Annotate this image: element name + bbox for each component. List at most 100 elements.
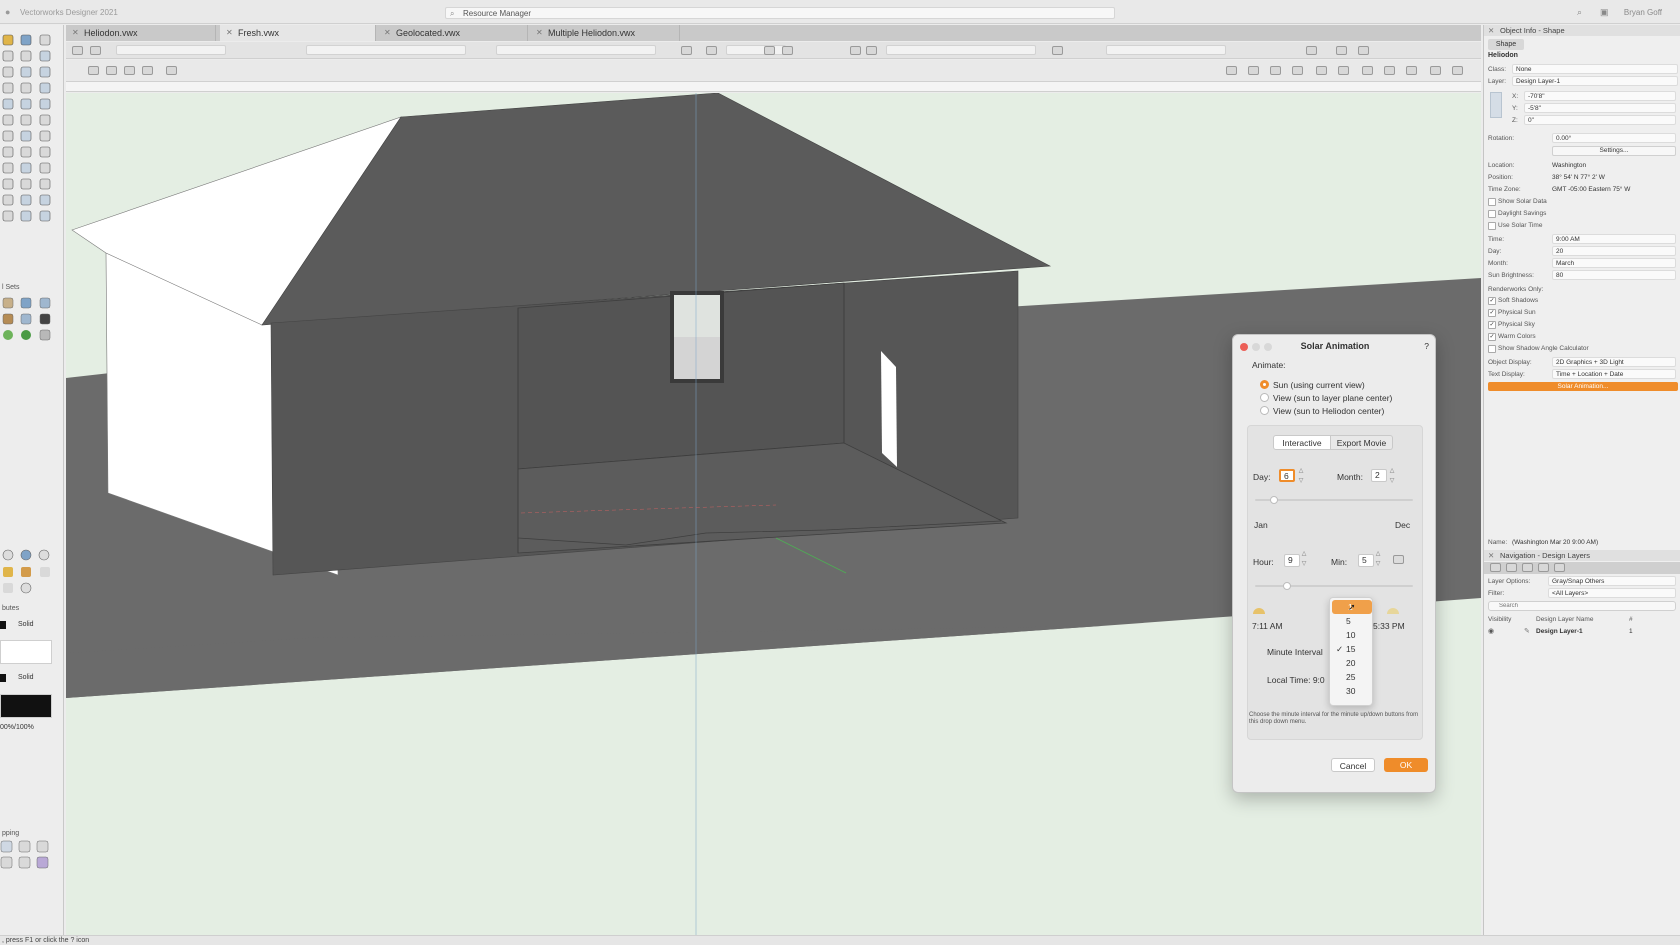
physical-sky-checkbox[interactable]: Physical Sky <box>1488 319 1535 330</box>
zoom-in-icon[interactable] <box>764 46 775 55</box>
object-display-select[interactable]: 2D Graphics + 3D Light <box>1552 357 1676 367</box>
render-mode-dropdown[interactable] <box>726 45 786 55</box>
mode-icon-4[interactable] <box>142 66 153 75</box>
tool-icons-grid[interactable] <box>0 25 64 265</box>
radio-view-layer-plane[interactable] <box>1260 393 1269 402</box>
col-layer-name[interactable]: Design Layer Name <box>1536 616 1593 623</box>
brightness-field[interactable]: 80 <box>1552 270 1676 280</box>
snap-icon[interactable] <box>1384 66 1395 75</box>
min-stepper[interactable]: △ ▽ <box>1374 549 1382 569</box>
zoom-out-icon[interactable] <box>782 46 793 55</box>
option-sun-current-view[interactable]: Sun (using current view) <box>1273 380 1365 390</box>
tool-set-icons[interactable] <box>0 295 64 345</box>
date-slider[interactable] <box>1255 499 1413 501</box>
navigation-header[interactable]: ✕ Navigation - Design Layers <box>1484 550 1680 561</box>
radio-sun-current-view[interactable] <box>1260 380 1269 389</box>
warm-colors-checkbox[interactable]: Warm Colors <box>1488 331 1536 342</box>
name-field[interactable]: (Washington Mar 20 9:00 AM) <box>1512 537 1598 548</box>
layout-icon[interactable] <box>1336 46 1347 55</box>
col-visibility[interactable]: Visibility <box>1488 616 1511 623</box>
resource-manager-search[interactable]: ⌕ Resource Manager <box>445 7 1115 19</box>
layer-search-input[interactable] <box>1488 601 1676 611</box>
month-select[interactable]: March <box>1552 258 1676 268</box>
soft-shadows-checkbox[interactable]: Soft Shadows <box>1488 295 1538 306</box>
z-field[interactable]: 0" <box>1524 115 1676 125</box>
time-slider-knob[interactable] <box>1283 582 1291 590</box>
horizontal-ruler[interactable] <box>66 82 1481 92</box>
snap-icon[interactable] <box>1362 66 1373 75</box>
snap-icon[interactable] <box>1270 66 1281 75</box>
show-solar-data-checkbox[interactable]: Show Solar Data <box>1488 196 1547 207</box>
tab-heliodon[interactable]: ✕ Heliodon.vwx <box>66 25 216 41</box>
tab-multiple-heliodon[interactable]: ✕ Multiple Heliodon.vwx <box>530 25 680 41</box>
fill-color-swatch[interactable] <box>0 621 6 629</box>
layer-select[interactable]: Design Layer-1 <box>1512 76 1678 86</box>
snap-icon[interactable] <box>1292 66 1303 75</box>
y-field[interactable]: -5'8" <box>1524 103 1676 113</box>
basic-3d-icons[interactable] <box>0 547 64 597</box>
menu-item-10[interactable]: 10 <box>1330 628 1374 642</box>
date-slider-knob[interactable] <box>1270 496 1278 504</box>
mode-icon-5[interactable] <box>166 66 177 75</box>
time-slider[interactable] <box>1255 585 1413 587</box>
snap-icon[interactable] <box>1406 66 1417 75</box>
snap-icon[interactable] <box>1338 66 1349 75</box>
snap-icon[interactable] <box>1316 66 1327 75</box>
position-box-icon[interactable] <box>1490 92 1502 118</box>
rotation-field[interactable]: 0.00° <box>1552 133 1676 143</box>
x-field[interactable]: -70'8" <box>1524 91 1676 101</box>
location-value[interactable]: Washington <box>1552 160 1586 171</box>
radio-view-heliodon[interactable] <box>1260 406 1269 415</box>
nav-icon[interactable] <box>1522 563 1533 572</box>
close-icon[interactable]: ✕ <box>536 25 543 41</box>
filter-select[interactable]: <All Layers> <box>1548 588 1676 598</box>
active-layer-dropdown[interactable] <box>306 45 466 55</box>
user-name[interactable]: Bryan Goff <box>1624 8 1662 17</box>
walkthrough-icon[interactable] <box>866 46 877 55</box>
month-field[interactable]: 2 <box>1371 469 1387 482</box>
apple-icon[interactable]: ● <box>5 7 10 17</box>
shadow-angle-calculator-checkbox[interactable]: Show Shadow Angle Calculator <box>1488 343 1589 354</box>
min-field[interactable]: 5 <box>1358 554 1374 567</box>
forward-icon[interactable] <box>90 46 101 55</box>
nav-icon[interactable] <box>1554 563 1565 572</box>
snapping-icons[interactable] <box>0 839 64 873</box>
mode-icon-3[interactable] <box>124 66 135 75</box>
layer-plane-dropdown[interactable] <box>496 45 656 55</box>
render-mode-icon[interactable] <box>681 46 692 55</box>
magnifier-icon[interactable]: ⌕ <box>1577 7 1582 18</box>
close-icon[interactable]: ✕ <box>384 25 391 41</box>
current-view-dropdown[interactable] <box>886 45 1036 55</box>
menu-item-15[interactable]: ✓ 15 <box>1330 642 1374 656</box>
nav-icon[interactable] <box>1506 563 1517 572</box>
eye-icon[interactable]: ◉ <box>1488 627 1494 635</box>
tab-export-movie[interactable]: Export Movie <box>1331 435 1393 450</box>
clock-icon[interactable] <box>1393 555 1404 564</box>
nav-icon[interactable] <box>1490 563 1501 572</box>
pen-style-select[interactable]: Solid <box>18 674 34 681</box>
back-icon[interactable] <box>72 46 83 55</box>
layer-options-select[interactable]: Gray/Snap Others <box>1548 576 1676 586</box>
close-icon[interactable]: ✕ <box>1488 550 1494 561</box>
menu-item-5[interactable]: 5 <box>1330 614 1374 628</box>
option-view-layer-plane[interactable]: View (sun to layer plane center) <box>1273 393 1392 403</box>
edit-icon[interactable]: ✎ <box>1524 627 1530 635</box>
chevron-down-icon[interactable] <box>1358 46 1369 55</box>
physical-sun-checkbox[interactable]: Physical Sun <box>1488 307 1536 318</box>
hour-stepper[interactable]: △ ▽ <box>1300 549 1308 569</box>
projection-icon[interactable] <box>706 46 717 55</box>
clip-cube-icon[interactable] <box>1052 46 1063 55</box>
tab-shape[interactable]: Shape <box>1488 39 1524 50</box>
object-info-header[interactable]: ✕ Object Info - Shape <box>1484 25 1680 36</box>
cancel-button[interactable]: Cancel <box>1331 758 1375 772</box>
day-field[interactable]: 6 <box>1279 469 1295 482</box>
close-icon[interactable]: ✕ <box>226 25 233 41</box>
menu-item-30[interactable]: 30 <box>1330 684 1374 698</box>
day-field[interactable]: 20 <box>1552 246 1676 256</box>
help-icon[interactable]: ? <box>1424 341 1429 351</box>
use-solar-time-checkbox[interactable]: Use Solar Time <box>1488 220 1542 231</box>
lock-icon[interactable]: ▣ <box>1600 7 1609 18</box>
month-stepper[interactable]: △ ▽ <box>1388 466 1396 486</box>
nav-icon[interactable] <box>1538 563 1549 572</box>
opacity-value[interactable]: 00%/100% <box>0 724 34 731</box>
